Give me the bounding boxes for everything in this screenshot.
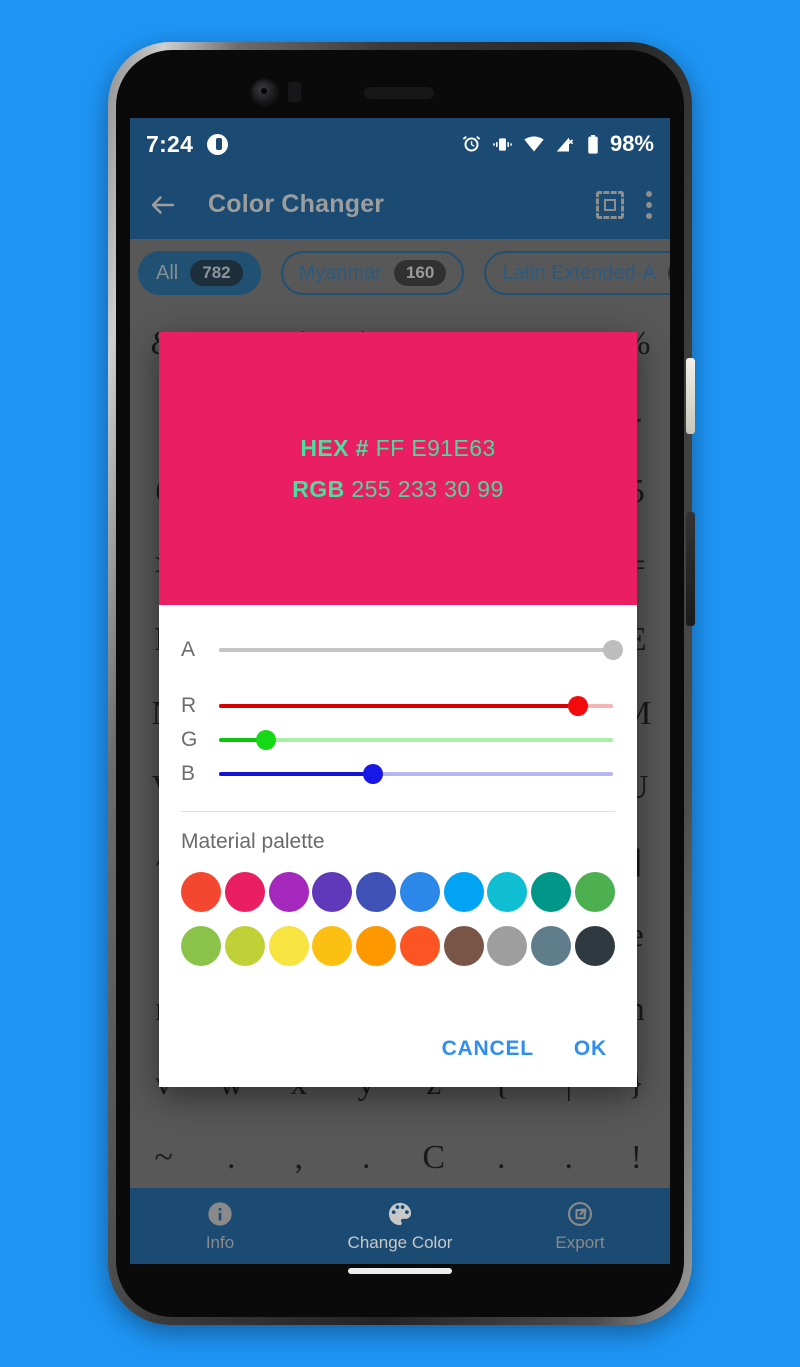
app-bar: Color Changer bbox=[130, 170, 670, 239]
battery-icon bbox=[588, 134, 598, 154]
rgb-value: 255 233 30 99 bbox=[351, 475, 504, 502]
slider-r[interactable]: R bbox=[181, 689, 615, 723]
export-icon bbox=[567, 1201, 593, 1226]
slider-thumb[interactable] bbox=[256, 730, 277, 750]
bottom-navigation: Info Change Color Export bbox=[130, 1188, 670, 1264]
palette-swatch[interactable] bbox=[312, 872, 353, 912]
dialog-actions: CANCEL OK bbox=[159, 1037, 637, 1087]
cancel-button[interactable]: CANCEL bbox=[442, 1037, 534, 1061]
slider-label: B bbox=[181, 762, 196, 785]
nav-label: Change Color bbox=[347, 1232, 453, 1252]
palette-swatch[interactable] bbox=[399, 872, 440, 912]
palette-swatch[interactable] bbox=[531, 872, 572, 912]
palette-swatch[interactable] bbox=[181, 872, 221, 912]
home-indicator[interactable] bbox=[348, 1268, 452, 1274]
slider-thumb[interactable] bbox=[603, 640, 623, 660]
rgb-readout: RGB 255 233 30 99 bbox=[292, 476, 503, 503]
nav-item-change-color[interactable]: Change Color bbox=[310, 1200, 490, 1253]
palette-swatch[interactable] bbox=[356, 926, 397, 966]
slider-a[interactable]: A bbox=[181, 625, 623, 675]
slider-track[interactable] bbox=[219, 764, 613, 784]
palette-title: Material palette bbox=[181, 830, 325, 853]
phone-screen: 7:24 98% Color Changer All 782 Myanmar 1… bbox=[130, 118, 670, 1264]
palette-icon bbox=[388, 1202, 412, 1225]
overflow-menu-icon[interactable] bbox=[646, 190, 652, 219]
earpiece-speaker bbox=[364, 87, 434, 99]
palette-swatch[interactable] bbox=[574, 926, 615, 966]
palette-swatch[interactable] bbox=[312, 926, 353, 966]
status-icons: 98% bbox=[461, 131, 654, 157]
slider-thumb[interactable] bbox=[567, 696, 588, 716]
color-picker-dialog: HEX # FF E91E63 RGB 255 233 30 99 A RGB M… bbox=[159, 332, 637, 1087]
alarm-icon bbox=[462, 135, 481, 151]
palette-swatch[interactable] bbox=[224, 872, 265, 912]
hex-readout: HEX # FF E91E63 bbox=[300, 435, 495, 462]
slider-label: R bbox=[181, 694, 197, 717]
rgb-label: RGB bbox=[292, 475, 345, 502]
slider-label: G bbox=[181, 728, 198, 751]
ok-button[interactable]: OK bbox=[574, 1037, 607, 1061]
nav-item-export[interactable]: Export bbox=[490, 1200, 670, 1253]
palette-swatch[interactable] bbox=[443, 926, 484, 966]
info-icon bbox=[208, 1201, 232, 1226]
palette-swatch[interactable] bbox=[224, 926, 265, 966]
page-title: Color Changer bbox=[208, 190, 385, 218]
slider-fill bbox=[219, 704, 578, 708]
wifi-icon bbox=[524, 135, 544, 151]
color-preview: HEX # FF E91E63 RGB 255 233 30 99 bbox=[159, 332, 637, 605]
slider-spacer bbox=[181, 675, 615, 689]
nav-label: Export bbox=[555, 1232, 605, 1252]
do-not-disturb-icon bbox=[207, 133, 229, 155]
nav-item-info[interactable]: Info bbox=[130, 1200, 310, 1253]
palette-swatch[interactable] bbox=[268, 872, 309, 912]
palette-swatch[interactable] bbox=[443, 872, 484, 912]
slider-g[interactable]: G bbox=[181, 723, 615, 757]
channel-sliders[interactable]: A RGB bbox=[159, 605, 637, 797]
nav-label: Info bbox=[205, 1232, 235, 1252]
palette-swatch[interactable] bbox=[531, 926, 572, 966]
arrow-left-icon[interactable] bbox=[148, 190, 178, 220]
slider-track[interactable] bbox=[219, 696, 613, 716]
hex-value: FF E91E63 bbox=[375, 434, 496, 461]
slider-thumb[interactable] bbox=[362, 764, 383, 784]
signal-off-icon bbox=[556, 137, 574, 151]
palette-swatch[interactable] bbox=[574, 872, 615, 912]
status-time: 7:24 bbox=[146, 130, 194, 157]
volume-button[interactable] bbox=[686, 512, 695, 626]
app-bar-actions bbox=[596, 190, 652, 219]
proximity-sensor-icon bbox=[288, 82, 301, 102]
vibrate-icon bbox=[493, 137, 512, 151]
slider-track[interactable] bbox=[219, 730, 613, 750]
palette-swatch[interactable] bbox=[487, 872, 528, 912]
front-camera-icon bbox=[250, 78, 280, 108]
slider-label: A bbox=[181, 638, 196, 661]
palette-swatch[interactable] bbox=[268, 926, 309, 966]
palette-row[interactable] bbox=[159, 912, 637, 966]
status-bar: 7:24 98% bbox=[130, 118, 670, 170]
slider-fill bbox=[219, 648, 613, 652]
palette-swatch[interactable] bbox=[181, 926, 221, 966]
select-all-icon[interactable] bbox=[596, 190, 624, 219]
slider-b[interactable]: B bbox=[181, 757, 615, 791]
power-button[interactable] bbox=[686, 358, 695, 434]
palette-row[interactable] bbox=[159, 858, 637, 912]
palette-swatch[interactable] bbox=[399, 926, 440, 966]
battery-percent: 98% bbox=[609, 131, 654, 156]
palette-swatch[interactable] bbox=[356, 872, 397, 912]
hex-label: HEX # bbox=[300, 434, 369, 461]
palette-swatch[interactable] bbox=[487, 926, 528, 966]
slider-fill bbox=[219, 772, 373, 776]
slider-track[interactable] bbox=[219, 640, 623, 660]
